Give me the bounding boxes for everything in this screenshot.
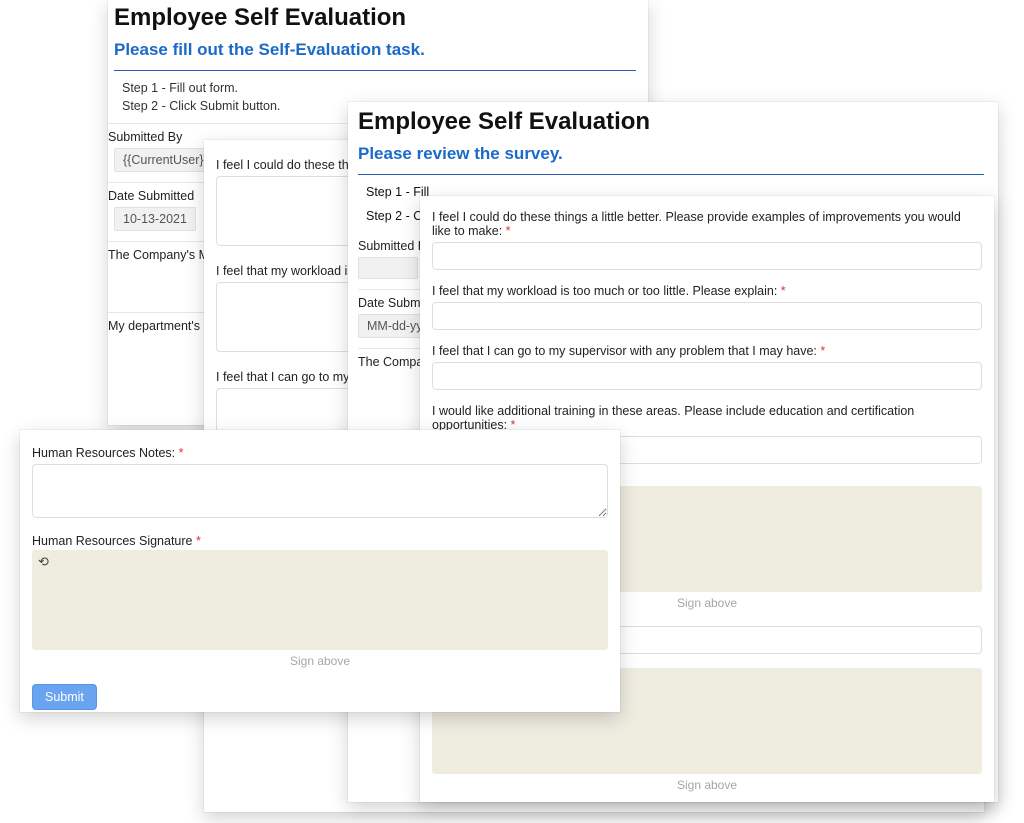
title: Employee Self Evaluation	[114, 4, 636, 32]
q4-label: I would like additional training in thes…	[432, 404, 982, 432]
submitted-by-value	[358, 257, 418, 279]
step1: Step 1 - Fill out form.	[122, 81, 636, 95]
q3-input[interactable]	[432, 362, 982, 390]
sign-above-caption: Sign above	[32, 650, 608, 670]
date-submitted-value: 10-13-2021	[114, 207, 196, 231]
hr-signature-label: Human Resources Signature *	[32, 534, 608, 548]
q1-input[interactable]	[432, 242, 982, 270]
panel-hr: Human Resources Notes: * Human Resources…	[20, 430, 620, 712]
divider	[358, 174, 984, 175]
submitted-by-value: {{CurrentUser}}	[114, 148, 217, 172]
submit-button[interactable]: Submit	[32, 684, 97, 710]
q1-label: I feel I could do these things a little …	[432, 210, 982, 238]
title: Employee Self Evaluation	[358, 108, 984, 136]
subtitle: Please review the survey.	[358, 144, 984, 164]
q2-input[interactable]	[432, 302, 982, 330]
hr-signature-pad[interactable]: ⟲	[32, 550, 608, 650]
subtitle: Please fill out the Self-Evaluation task…	[114, 40, 636, 60]
hr-notes-label: Human Resources Notes: *	[32, 446, 608, 460]
q2-label: I feel that my workload is too much or t…	[432, 284, 982, 298]
refresh-icon[interactable]: ⟲	[38, 554, 49, 570]
hr-notes-textarea[interactable]	[32, 464, 608, 518]
divider	[114, 70, 636, 71]
sign-above-2: Sign above	[432, 774, 982, 794]
q3-label: I feel that I can go to my supervisor wi…	[432, 344, 982, 358]
